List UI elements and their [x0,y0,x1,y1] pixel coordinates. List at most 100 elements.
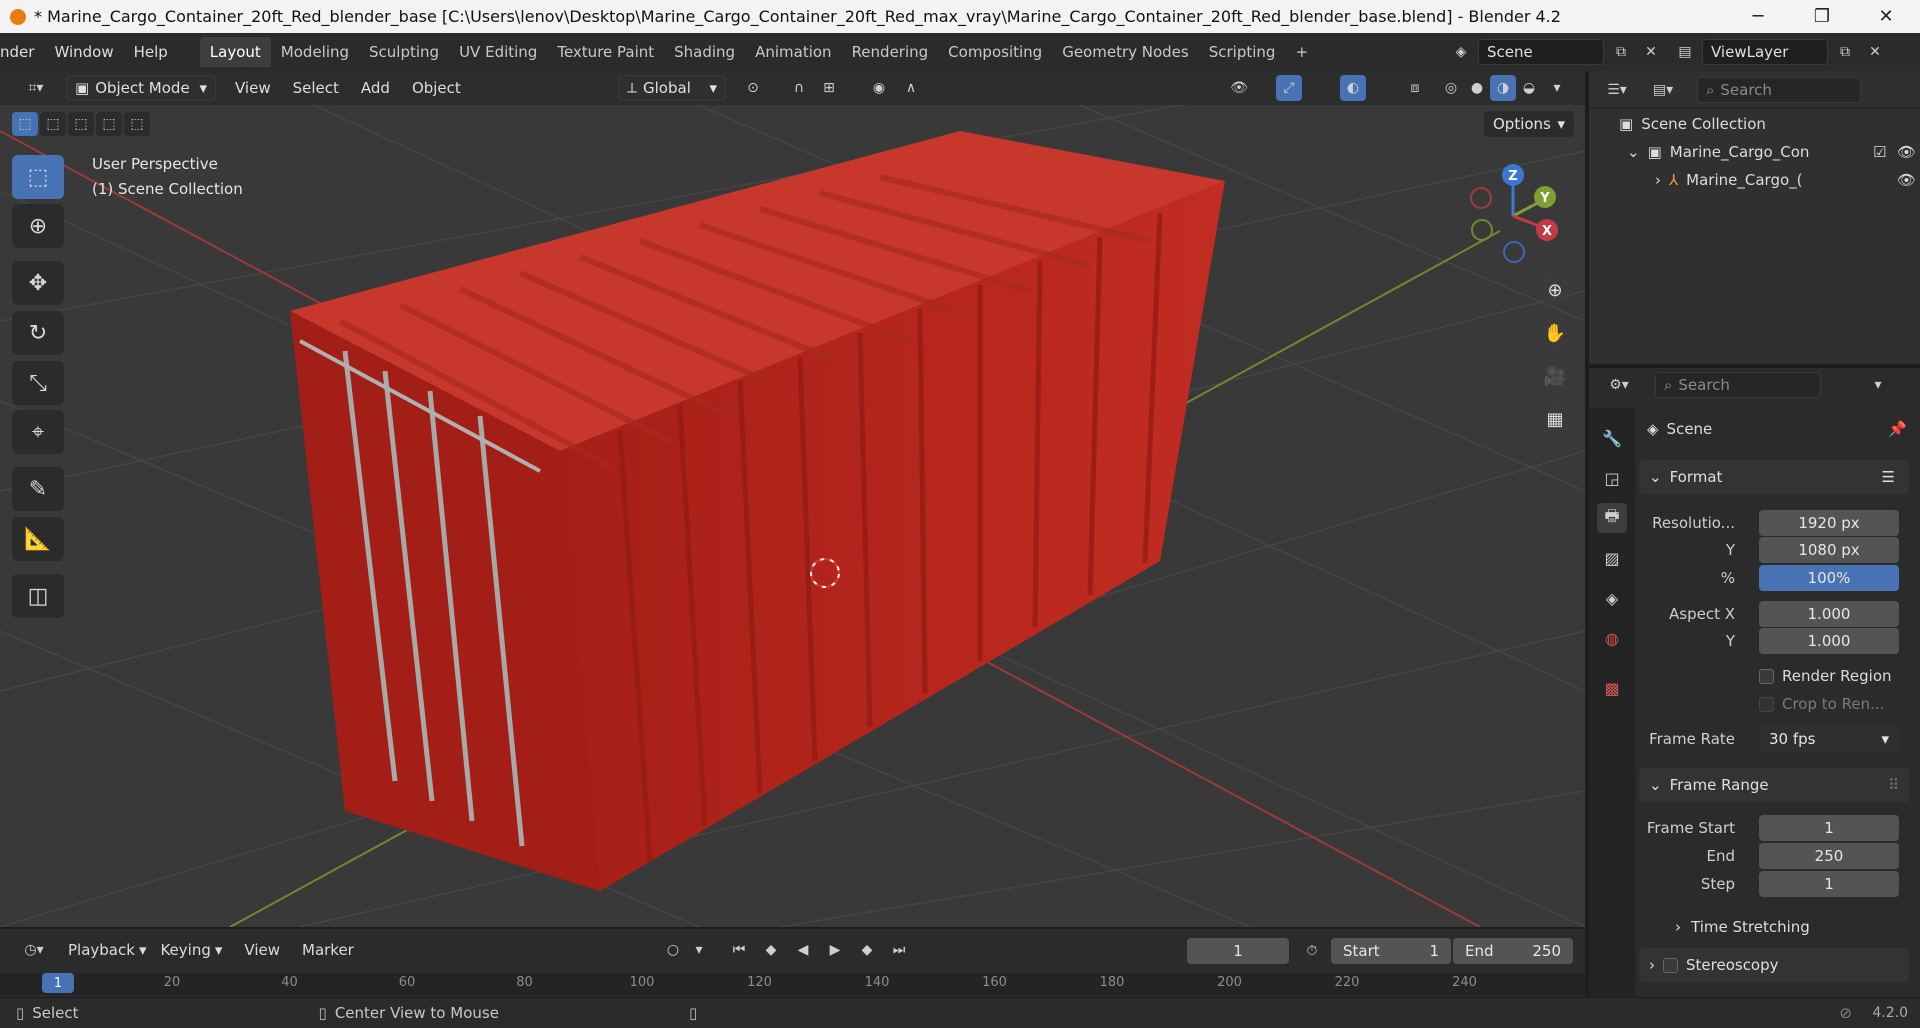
drag-handle-icon[interactable]: ⠿ [1888,776,1899,794]
start-frame-field[interactable]: Start 1 [1331,938,1451,964]
tab-layout[interactable]: Layout [199,37,271,67]
tab-geometry-nodes[interactable]: Geometry Nodes [1052,37,1199,67]
stopwatch-icon[interactable]: ⏱ [1299,938,1325,964]
delete-scene-icon[interactable]: ✕ [1638,39,1664,65]
prev-keyframe-icon[interactable]: ◆ [758,937,784,963]
render-region-checkbox[interactable] [1759,668,1774,684]
presets-list-icon[interactable]: ☰ [1882,468,1895,486]
auto-keying-icon[interactable]: ○ [660,937,686,963]
frame-start-field[interactable]: 1 [1759,815,1899,841]
eye-icon[interactable]: 👁 [1897,143,1916,161]
camera-view-icon[interactable]: 🎥 [1538,359,1572,393]
scene-name-field[interactable]: Scene [1478,39,1604,65]
minimize-button[interactable]: ─ [1726,0,1790,33]
transform-tool-icon[interactable]: ⌖ [12,410,64,454]
solid-shading-icon[interactable]: ● [1464,75,1490,101]
scene-browse-icon[interactable]: ◈ [1448,39,1474,65]
menu-add[interactable]: Add [350,79,401,97]
format-panel-header[interactable]: ⌄ Format ☰ [1639,460,1909,494]
material-shading-icon[interactable]: ◑ [1490,75,1516,101]
menu-select[interactable]: Select [282,79,350,97]
scale-tool-icon[interactable]: ⤡ [12,361,64,405]
playback-menu[interactable]: Playback ▾ [68,941,146,959]
viewlayer-browse-icon[interactable]: ▤ [1672,39,1698,65]
jump-end-icon[interactable]: ⏭ [886,937,912,963]
outliner-editor-type-icon[interactable]: ☰▾ [1597,77,1637,103]
select-extend-icon[interactable]: ⬚ [40,112,66,136]
menu-object[interactable]: Object [401,79,472,97]
playhead[interactable]: 1 [42,973,74,993]
overlay-toggle-icon[interactable]: ◐ [1340,75,1366,101]
outliner-item-container-collection[interactable]: ⌄ ▣ Marine_Cargo_Con ☑ 👁 ◙ [1627,139,1917,165]
play-reverse-icon[interactable]: ◀ [790,937,816,963]
end-frame-field[interactable]: End 250 [1453,938,1573,964]
timeline-view-menu[interactable]: View [244,941,280,959]
keying-menu[interactable]: Keying ▾ [160,941,222,959]
shading-options-icon[interactable]: ▾ [1544,75,1570,101]
play-icon[interactable]: ▶ [822,937,848,963]
rendered-shading-icon[interactable]: ◒ [1516,75,1542,101]
menu-help[interactable]: Help [124,43,178,61]
current-frame-field[interactable]: 1 [1187,938,1289,964]
add-cube-tool-icon[interactable]: ◫ [12,574,64,618]
pivot-point-icon[interactable]: ⊙ [740,75,766,101]
crop-checkbox[interactable] [1759,696,1774,712]
frame-end-field[interactable]: 250 [1759,843,1899,869]
gizmo-toggle-icon[interactable]: ⤢ [1276,75,1302,101]
frame-rate-dropdown[interactable]: 30 fps ▾ [1759,726,1899,752]
properties-editor-type-icon[interactable]: ⚙▾ [1599,372,1639,398]
menu-render[interactable]: nder [0,43,44,61]
viewport-options-button[interactable]: Options ▾ [1484,111,1574,137]
crop-checkbox-row[interactable]: Crop to Ren... [1759,690,1919,718]
new-scene-icon[interactable]: ⧉ [1608,39,1634,65]
zoom-icon[interactable]: ⊕ [1538,273,1572,307]
tab-uv-editing[interactable]: UV Editing [449,37,547,67]
tab-sculpting[interactable]: Sculpting [359,37,449,67]
tab-animation[interactable]: Animation [745,37,841,67]
select-intersect-icon[interactable]: ⬚ [124,112,150,136]
viewlayer-name-field[interactable]: ViewLayer [1702,39,1828,65]
delete-viewlayer-icon[interactable]: ✕ [1862,39,1888,65]
timeline-editor-type-icon[interactable]: ◷▾ [14,937,54,963]
render-region-checkbox-row[interactable]: Render Region [1759,662,1919,690]
rotate-tool-icon[interactable]: ↻ [12,311,64,355]
select-new-icon[interactable]: ⬚ [12,112,38,136]
stereoscopy-panel-header[interactable]: › Stereoscopy [1639,948,1909,982]
tab-scripting[interactable]: Scripting [1199,37,1286,67]
stereoscopy-checkbox[interactable] [1663,957,1678,973]
falloff-icon[interactable]: ∧ [898,75,924,101]
properties-search-field[interactable]: ⌕ Search [1655,372,1821,398]
jump-start-icon[interactable]: ⏮ [726,937,752,963]
move-tool-icon[interactable]: ✥ [12,261,64,305]
snap-target-icon[interactable]: ⊞ [816,75,842,101]
transform-orientation-selector[interactable]: ⟂ Global ▾ [618,75,726,101]
tool-tab-icon[interactable]: 🔧 [1597,423,1627,453]
eye-icon[interactable]: 👁 [1897,171,1916,189]
3d-viewport[interactable]: Z Y X User Perspective (1) Scene Collect… [0,71,1585,927]
outliner-search-field[interactable]: ⌕ Search [1697,77,1861,103]
chevron-down-icon[interactable]: ▾ [692,937,706,963]
menu-view[interactable]: View [224,79,282,97]
mode-selector[interactable]: ▣ Object Mode ▾ [66,75,216,101]
aspect-y-field[interactable]: 1.000 [1759,628,1899,654]
new-viewlayer-icon[interactable]: ⧉ [1832,39,1858,65]
render-tab-icon[interactable]: ◲ [1597,463,1627,493]
wireframe-shading-icon[interactable]: ◎ [1438,75,1464,101]
outliner-item-empty-object[interactable]: › ⅄ Marine_Cargo_( 👁 ◙ [1655,167,1917,193]
tab-modeling[interactable]: Modeling [271,37,359,67]
resolution-y-field[interactable]: 1080 px [1759,537,1899,563]
proportional-edit-icon[interactable]: ◉ [866,75,892,101]
maximize-button[interactable]: ❐ [1790,0,1854,33]
timeline-marker-menu[interactable]: Marker [302,941,354,959]
outliner-display-mode-icon[interactable]: ▤▾ [1643,77,1683,103]
measure-tool-icon[interactable]: 📐 [12,517,64,561]
resolution-percent-slider[interactable]: 100% [1759,565,1899,591]
tab-texture-paint[interactable]: Texture Paint [547,37,664,67]
next-keyframe-icon[interactable]: ◆ [854,937,880,963]
select-box-tool-icon[interactable]: ⬚ [12,155,64,199]
aspect-x-field[interactable]: 1.000 [1759,601,1899,627]
pin-icon[interactable]: 📌 [1888,420,1907,438]
ortho-grid-icon[interactable]: ▦ [1538,402,1572,436]
resolution-x-field[interactable]: 1920 px [1759,510,1899,536]
select-difference-icon[interactable]: ⬚ [96,112,122,136]
